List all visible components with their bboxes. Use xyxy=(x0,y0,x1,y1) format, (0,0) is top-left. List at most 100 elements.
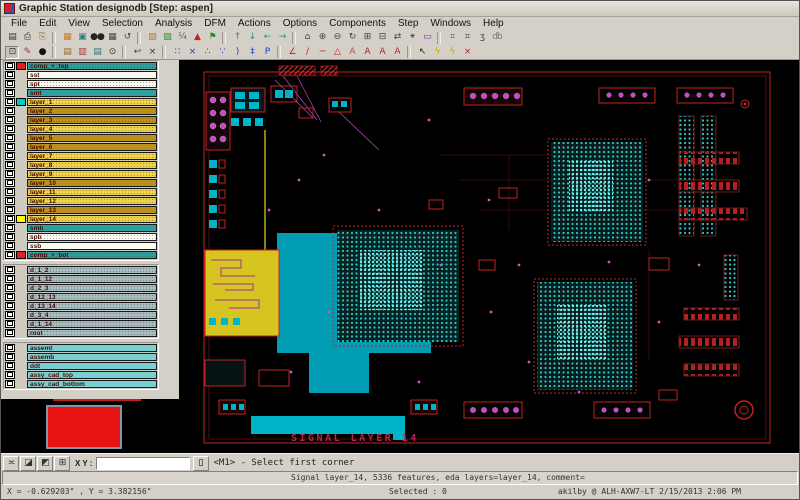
menu-item-selection[interactable]: Selection xyxy=(96,18,149,29)
layer-name[interactable]: smb xyxy=(27,224,157,232)
layer-row[interactable]: d_13_14 xyxy=(5,302,157,310)
measure-slope-button[interactable]: ∕ xyxy=(300,45,314,59)
layer-visibility-checkbox[interactable] xyxy=(5,215,15,223)
layer-visibility-checkbox[interactable] xyxy=(5,143,15,151)
layer-visibility-checkbox[interactable] xyxy=(5,362,15,370)
measure-triangle-button[interactable]: △ xyxy=(330,45,344,59)
grid-button[interactable]: ⌗ xyxy=(460,31,474,44)
pads-mark-button[interactable]: ▥ xyxy=(75,45,89,59)
layer-name[interactable]: layer_11 xyxy=(27,188,157,196)
menu-item-analysis[interactable]: Analysis xyxy=(149,18,198,29)
layers-button[interactable]: ▧ xyxy=(160,31,174,44)
layer-visibility-checkbox[interactable] xyxy=(5,197,15,205)
layer-name[interactable]: layer_6 xyxy=(27,143,157,151)
monitor-button[interactable]: ▭ xyxy=(420,31,434,44)
grid-toggle-button[interactable]: ⊞ xyxy=(54,455,70,471)
layer-name[interactable]: layer_3 xyxy=(27,116,157,124)
pads-top-button[interactable]: ▤ xyxy=(60,45,74,59)
layer-row[interactable]: layer_7 xyxy=(5,152,157,160)
fraction-button[interactable]: ¼ xyxy=(175,31,189,44)
highlight-comp-button[interactable]: ϟ xyxy=(445,45,459,59)
refresh-button[interactable]: ↺ xyxy=(120,31,134,44)
clear-highlight-button[interactable]: × xyxy=(460,45,474,59)
layer-row[interactable]: d_12_13 xyxy=(5,293,157,301)
pcb-canvas[interactable]: SIGNAL LAYER 14 xyxy=(179,60,799,454)
delete-button[interactable]: × xyxy=(145,45,159,59)
layer-name[interactable]: layer_12 xyxy=(27,197,157,205)
layer-name[interactable]: d_1_2 xyxy=(27,266,157,274)
layer-name[interactable]: assemb xyxy=(27,353,157,361)
layer-row[interactable]: layer_5 xyxy=(5,134,157,142)
layer-name[interactable]: layer_7 xyxy=(27,152,157,160)
layer-visibility-checkbox[interactable] xyxy=(5,353,15,361)
layer-visibility-checkbox[interactable] xyxy=(5,320,15,328)
layer-visibility-checkbox[interactable] xyxy=(5,152,15,160)
layer-visibility-checkbox[interactable] xyxy=(5,206,15,214)
layer-visibility-checkbox[interactable] xyxy=(5,371,15,379)
text-wide-button[interactable]: A xyxy=(375,45,389,59)
image-view-button[interactable]: ▣ xyxy=(75,31,89,44)
layer-visibility-checkbox[interactable] xyxy=(5,284,15,292)
move-vertex-button[interactable]: ∵ xyxy=(215,45,229,59)
step-repeat-button[interactable]: ▨ xyxy=(145,31,159,44)
measure-line-button[interactable]: ─ xyxy=(315,45,329,59)
home-button[interactable]: ⌂ xyxy=(300,31,314,44)
clip-inverse-button[interactable]: ◩ xyxy=(37,455,53,471)
layer-visibility-checkbox[interactable] xyxy=(5,179,15,187)
layer-name[interactable]: spt xyxy=(27,80,157,88)
menu-item-options[interactable]: Options xyxy=(277,18,323,29)
menu-item-help[interactable]: Help xyxy=(477,18,510,29)
layer-row[interactable]: assemb xyxy=(5,353,157,361)
layer-row[interactable]: smt xyxy=(5,89,157,97)
measure-angle-button[interactable]: ∠ xyxy=(285,45,299,59)
layer-row[interactable]: assemt xyxy=(5,344,157,352)
layer-row[interactable]: layer_14 xyxy=(5,215,157,223)
layer-name[interactable]: assy_cad_bottom xyxy=(27,380,157,388)
layer-visibility-checkbox[interactable] xyxy=(5,293,15,301)
layer-visibility-checkbox[interactable] xyxy=(5,251,15,259)
clip-area-button[interactable]: ◪ xyxy=(20,455,36,471)
layer-name[interactable]: comp_+_bot xyxy=(27,251,157,259)
menu-item-actions[interactable]: Actions xyxy=(232,18,277,29)
layer-visibility-checkbox[interactable] xyxy=(5,188,15,196)
overlay-compare-button[interactable]: ≍ xyxy=(3,455,19,471)
arc-button[interactable]: ) xyxy=(230,45,244,59)
zoom-in-button[interactable]: ⊕ xyxy=(315,31,329,44)
layer-name[interactable]: spb xyxy=(27,233,157,241)
layer-name[interactable]: ssb xyxy=(27,242,157,250)
layer-name[interactable]: d_1_14 xyxy=(27,320,157,328)
mode-button[interactable]: ▯ xyxy=(192,455,209,471)
draw-erase-button[interactable]: ✎ xyxy=(20,45,34,59)
pads-bottom-button[interactable]: ▤ xyxy=(90,45,104,59)
flag-button[interactable]: ⚑ xyxy=(205,31,219,44)
layer-row[interactable]: ddt xyxy=(5,362,157,370)
layer-name[interactable]: layer_8 xyxy=(27,161,157,169)
layer-row[interactable]: sst xyxy=(5,71,157,79)
text-outline-button[interactable]: A xyxy=(345,45,359,59)
board-preview-panel[interactable] xyxy=(1,399,179,454)
layer-name[interactable]: layer_10 xyxy=(27,179,157,187)
arrow-left-button[interactable]: ← xyxy=(260,31,274,44)
layer-row[interactable]: d_2_3 xyxy=(5,284,157,292)
cascade-windows-button[interactable]: ⊟ xyxy=(375,31,389,44)
layer-row[interactable]: layer_1 xyxy=(5,98,157,106)
binoculars-button[interactable]: ●● xyxy=(90,31,105,44)
layer-visibility-checkbox[interactable] xyxy=(5,62,15,70)
layer-visibility-checkbox[interactable] xyxy=(5,170,15,178)
route-pad-button[interactable]: P xyxy=(260,45,274,59)
layer-row[interactable]: assy_cad_bottom xyxy=(5,380,157,388)
add-vertex-button[interactable]: ∴ xyxy=(200,45,214,59)
layer-name[interactable]: assy_cad_top xyxy=(27,371,157,379)
warning-button[interactable]: ▲ xyxy=(190,31,204,44)
layer-visibility-checkbox[interactable] xyxy=(5,89,15,97)
layer-visibility-checkbox[interactable] xyxy=(5,233,15,241)
menu-item-file[interactable]: File xyxy=(5,18,33,29)
layer-row[interactable]: layer_2 xyxy=(5,107,157,115)
undo-button[interactable]: ↩ xyxy=(130,45,144,59)
layer-visibility-checkbox[interactable] xyxy=(5,275,15,283)
menu-item-components[interactable]: Components xyxy=(323,18,392,29)
layer-row[interactable]: assy_cad_top xyxy=(5,371,157,379)
layer-visibility-checkbox[interactable] xyxy=(5,134,15,142)
snap-pad-button[interactable]: ‡ xyxy=(245,45,259,59)
arrow-down-button[interactable]: ↓ xyxy=(245,31,259,44)
